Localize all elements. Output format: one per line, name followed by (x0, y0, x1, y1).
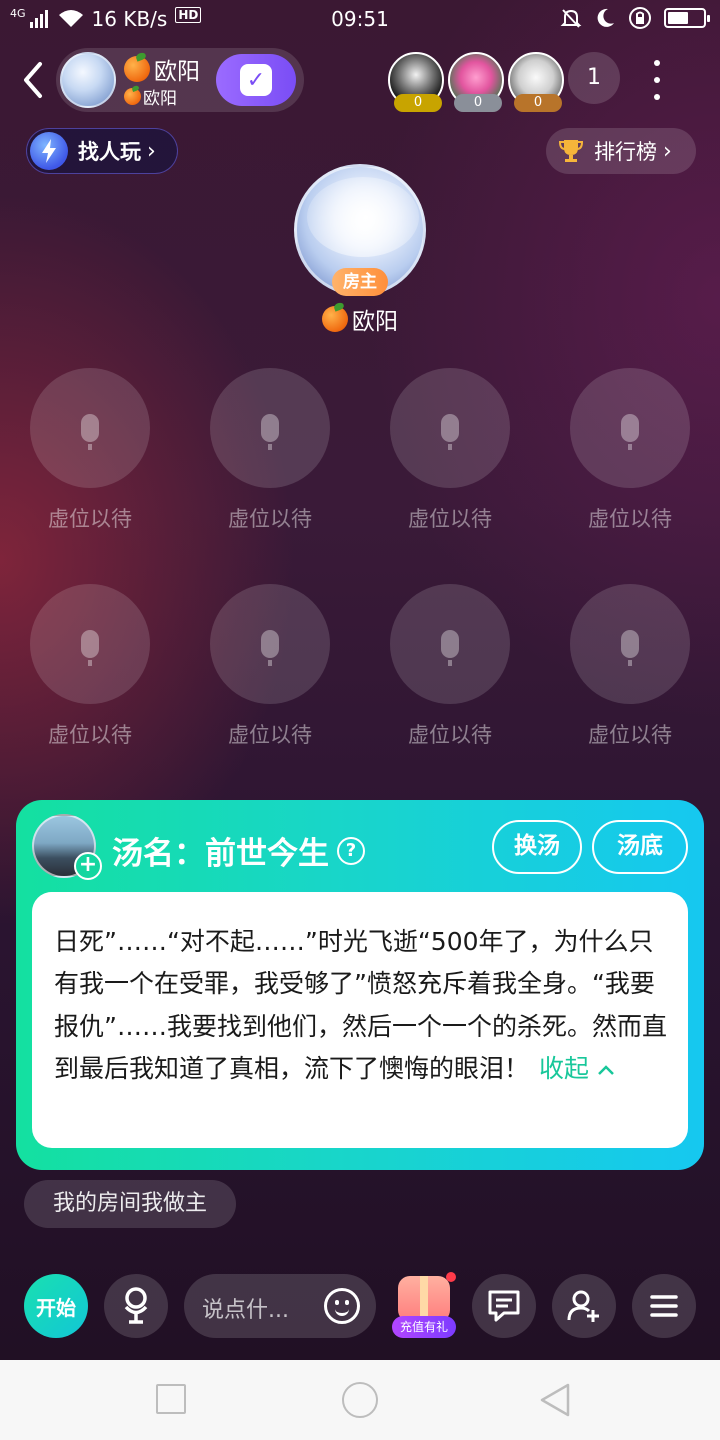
empty-seat[interactable] (30, 584, 150, 704)
chevron-right-icon: › (147, 138, 156, 164)
gift-button[interactable]: 充值有礼 (392, 1272, 456, 1338)
microphone-icon (81, 630, 99, 666)
back-arrow-icon[interactable] (18, 60, 48, 100)
find-players-button[interactable]: 找人玩 › (26, 128, 178, 174)
audience-badge: 0 (514, 94, 562, 112)
room-avatar[interactable] (60, 52, 116, 108)
text-fade (32, 892, 688, 914)
add-user-icon (567, 1290, 599, 1322)
chat-input[interactable]: 说点什... (184, 1274, 376, 1338)
empty-seat[interactable] (30, 368, 150, 488)
lightning-icon (30, 132, 68, 170)
change-soup-button[interactable]: 换汤 (492, 820, 582, 874)
seat-label: 虚位以待 (228, 723, 312, 747)
audience-badge: 0 (394, 94, 442, 112)
room-name-text: 欧阳 (154, 59, 200, 85)
soup-title: 汤名：前世今生 ? (112, 828, 365, 873)
room-name: 欧阳 (124, 52, 200, 86)
home-icon[interactable] (342, 1382, 378, 1418)
battery-icon (664, 8, 710, 28)
empty-seat[interactable] (570, 584, 690, 704)
chat-message: 我的房间我做主 (24, 1180, 236, 1228)
hamburger-menu-icon (650, 1295, 678, 1317)
empty-seat[interactable] (390, 584, 510, 704)
add-plus-icon[interactable]: + (74, 852, 102, 880)
room-owner-text: 欧阳 (143, 89, 177, 109)
start-button[interactable]: 开始 (24, 1274, 88, 1338)
check-in-button[interactable]: ✓ (216, 54, 296, 106)
messages-button[interactable] (472, 1274, 536, 1338)
room-info-pill[interactable]: 欧阳 欧阳 ✓ (56, 48, 304, 112)
microphone-button[interactable] (104, 1274, 168, 1338)
chevron-up-icon (598, 1065, 614, 1075)
chat-bubble-icon (488, 1290, 520, 1322)
status-right (560, 6, 710, 30)
audience-avatar[interactable]: 0 (508, 52, 564, 112)
audience-badge: 0 (454, 94, 502, 112)
lock-rotate-icon (629, 7, 651, 29)
empty-seat[interactable] (210, 584, 330, 704)
microphone-icon (441, 414, 459, 450)
trophy-icon (558, 140, 584, 162)
host-avatar-art (307, 177, 419, 257)
soup-answer-button[interactable]: 汤底 (592, 820, 688, 874)
microphone-icon (621, 630, 639, 666)
seat-label: 虚位以待 (408, 723, 492, 747)
seat-label: 虚位以待 (408, 507, 492, 531)
orange-icon (124, 56, 150, 82)
online-count[interactable]: 1 (568, 52, 620, 104)
chat-placeholder: 说点什... (202, 1298, 289, 1323)
host-name-text: 欧阳 (352, 309, 398, 335)
notification-dot (446, 1272, 456, 1282)
seat-label: 虚位以待 (588, 723, 672, 747)
soup-story: 日死”……“对不起……”时光飞逝“500年了，为什么只有我一个在受罪，我受够了”… (54, 892, 674, 1091)
seat-label: 虚位以待 (48, 507, 132, 531)
find-players-label: 找人玩 (78, 140, 141, 164)
menu-button[interactable] (632, 1274, 696, 1338)
room-owner: 欧阳 (124, 84, 177, 109)
system-nav-bar (0, 1360, 720, 1440)
seat-label: 虚位以待 (48, 723, 132, 747)
microphone-icon (621, 414, 639, 450)
audience-avatar[interactable]: 0 (388, 52, 444, 112)
moon-icon (597, 8, 614, 27)
empty-seat[interactable] (210, 368, 330, 488)
soup-title-text: 汤名：前世今生 (112, 836, 329, 872)
more-menu-icon[interactable] (650, 60, 664, 100)
emoji-icon[interactable] (324, 1288, 360, 1324)
host-badge: 房主 (332, 268, 388, 296)
seat-label: 虚位以待 (228, 507, 312, 531)
leaderboard-button[interactable]: 排行榜 › (546, 128, 696, 174)
empty-seat[interactable] (390, 368, 510, 488)
soup-text-panel[interactable]: 日死”……“对不起……”时光飞逝“500年了，为什么只有我一个在受罪，我受够了”… (32, 892, 688, 1148)
microphone-icon (81, 414, 99, 450)
host-name: 欧阳 (0, 302, 720, 336)
microphone-icon (441, 630, 459, 666)
gift-label: 充值有礼 (392, 1316, 456, 1338)
microphone-icon (261, 414, 279, 450)
calendar-check-icon: ✓ (240, 64, 272, 96)
audience-avatar[interactable]: 0 (448, 52, 504, 112)
invite-user-button[interactable] (552, 1274, 616, 1338)
microphone-icon (261, 630, 279, 666)
mute-bell-icon (560, 9, 582, 28)
orange-icon (322, 306, 348, 332)
soup-card: + 汤名：前世今生 ? 换汤 汤底 日死”……“对不起……”时光飞逝“500年了… (16, 800, 704, 1170)
leaderboard-label: 排行榜 (594, 140, 657, 164)
chevron-right-icon: › (663, 138, 672, 164)
seat-label: 虚位以待 (588, 507, 672, 531)
status-bar: 4G 16 KB/s HD 09:51 (0, 0, 720, 38)
orange-icon (124, 88, 141, 105)
collapse-label: 收起 (539, 1054, 590, 1083)
help-icon[interactable]: ? (337, 836, 365, 865)
microphone-icon (124, 1287, 148, 1324)
recent-apps-icon[interactable] (156, 1384, 186, 1414)
nav-back-icon[interactable] (538, 1382, 572, 1418)
empty-seat[interactable] (570, 368, 690, 488)
collapse-link[interactable]: 收起 (539, 1054, 615, 1083)
